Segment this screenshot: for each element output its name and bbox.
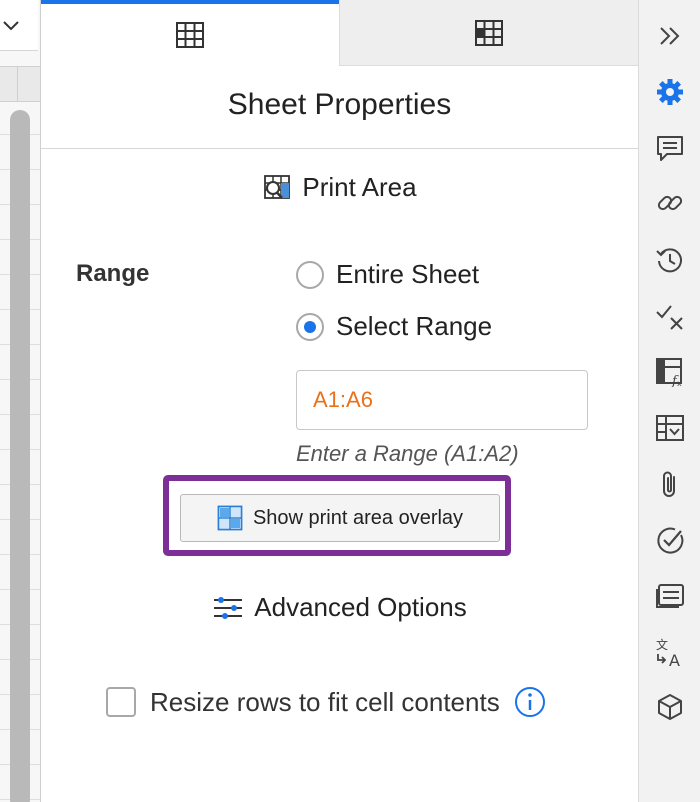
comment-icon — [657, 136, 683, 161]
chevron-down-icon — [3, 21, 19, 31]
settings-icon — [657, 79, 683, 105]
print-area-heading: Print Area — [41, 172, 638, 203]
show-print-area-overlay-button[interactable]: Show print area overlay — [180, 494, 500, 542]
radio-label: Select Range — [336, 311, 493, 341]
link-button[interactable] — [653, 186, 687, 220]
radio-label: Entire Sheet — [336, 259, 480, 289]
svg-text:A: A — [669, 651, 680, 668]
info-icon[interactable] — [514, 686, 546, 718]
page-title: Sheet Properties — [227, 88, 452, 121]
history-button[interactable] — [653, 243, 687, 277]
right-sidebar: f x 文 A — [638, 0, 700, 802]
resize-rows-option[interactable]: Resize rows to fit cell contents — [106, 686, 546, 718]
spreadsheet-strip — [0, 0, 41, 802]
table-filter-button[interactable] — [653, 411, 687, 445]
radio-button[interactable] — [296, 312, 324, 341]
tab-cell-properties[interactable] — [339, 0, 638, 66]
radio-select-range[interactable]: Select Range — [296, 311, 492, 342]
cube-icon — [658, 694, 682, 720]
check-x-icon — [656, 305, 683, 330]
tab-sheet-properties[interactable] — [41, 0, 339, 66]
radio-entire-sheet[interactable]: Entire Sheet — [296, 259, 479, 290]
settings-button[interactable] — [653, 75, 687, 109]
svg-text:x: x — [677, 379, 682, 387]
resize-rows-label: Resize rows to fit cell contents — [150, 686, 500, 717]
radio-button[interactable] — [296, 260, 324, 289]
translate-icon: 文 A — [656, 637, 680, 668]
divider — [41, 148, 638, 149]
history-icon — [656, 248, 682, 273]
sheet-dropdown[interactable] — [0, 0, 38, 51]
attachment-icon — [663, 471, 675, 497]
range-input[interactable] — [296, 370, 588, 430]
range-hint: Enter a Range (A1:A2) — [296, 441, 519, 466]
overlay-button-label: Show print area overlay — [252, 506, 464, 529]
print-area-label: Print Area — [302, 172, 417, 202]
formula-icon: f x — [656, 358, 682, 387]
list-card-icon — [656, 584, 684, 608]
summary-button[interactable] — [653, 579, 687, 613]
approvals-button[interactable] — [653, 523, 687, 557]
advanced-options-heading[interactable]: Advanced Options — [41, 592, 638, 623]
link-icon — [657, 195, 683, 211]
grid-icon — [176, 22, 204, 48]
spell-check-button[interactable] — [653, 300, 687, 334]
advanced-options-label: Advanced Options — [254, 592, 467, 622]
resize-rows-checkbox[interactable] — [106, 687, 136, 717]
column-header — [0, 66, 40, 102]
overlay-icon — [217, 505, 243, 531]
apps-button[interactable] — [653, 690, 687, 724]
translate-button[interactable]: 文 A — [653, 635, 687, 669]
range-label: Range — [76, 260, 150, 287]
comments-button[interactable] — [653, 131, 687, 165]
svg-text:文: 文 — [656, 637, 668, 652]
vertical-scrollbar[interactable] — [10, 110, 30, 802]
formula-button[interactable]: f x — [653, 355, 687, 389]
sliders-icon — [214, 596, 243, 619]
attachments-button[interactable] — [653, 467, 687, 501]
collapse-button[interactable] — [653, 19, 687, 53]
check-circle-icon — [657, 527, 684, 554]
print-area-icon — [264, 174, 291, 199]
table-dropdown-icon — [656, 415, 684, 441]
collapse-icon — [660, 27, 680, 45]
grid-fill-icon — [475, 19, 503, 46]
